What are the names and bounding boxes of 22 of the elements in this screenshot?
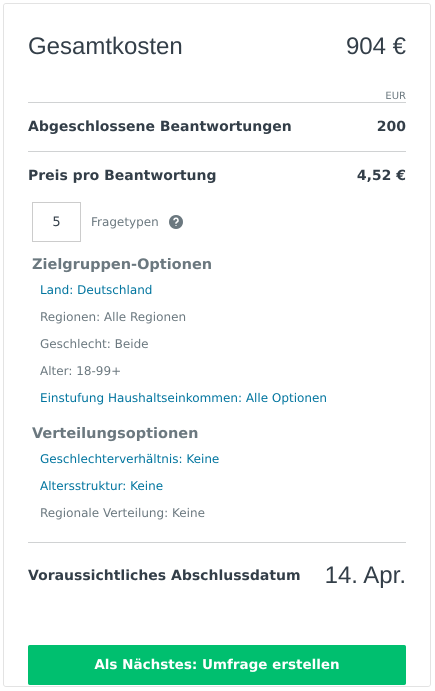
option-text: Regionale Verteilung: Keine bbox=[39, 504, 205, 522]
section-heading: Verteilungsoptionen bbox=[31, 425, 200, 444]
option-link[interactable]: Einstufung Haushaltseinkommen: Alle Optionen bbox=[28, 384, 327, 411]
option-link[interactable]: Land: Deutschland bbox=[28, 276, 152, 303]
summary-value: 200 bbox=[376, 119, 406, 135]
section-heading: Zielgruppen-Optionen bbox=[31, 256, 214, 275]
summary-value: 4,52 € bbox=[356, 168, 406, 184]
total-cost-amount: 904 € bbox=[346, 32, 406, 62]
question-types-label: Fragetypen bbox=[91, 215, 159, 229]
completion-date-label: Voraussichtliches Abschlussdatum bbox=[28, 568, 301, 584]
total-cost-label: Gesamtkosten bbox=[28, 32, 183, 62]
option-text: Geschlecht: Beide bbox=[39, 336, 149, 352]
help-icon[interactable] bbox=[168, 215, 183, 229]
summary-label: Abgeschlossene Beantwortungen bbox=[28, 119, 292, 135]
option-text: Regionen: Alle Regionen bbox=[39, 308, 186, 326]
option-link[interactable]: Geschlechterverhältnis: Keine bbox=[28, 445, 220, 472]
option-text: Alter: 18-99+ bbox=[39, 362, 122, 380]
currency-label: EUR bbox=[385, 91, 406, 102]
question-types-field[interactable]: 5 bbox=[32, 202, 81, 242]
summary-label: Preis pro Beantwortung bbox=[28, 168, 216, 184]
option-link[interactable]: Altersstruktur: Keine bbox=[28, 472, 164, 499]
completion-date: 14. Apr. bbox=[324, 561, 406, 591]
